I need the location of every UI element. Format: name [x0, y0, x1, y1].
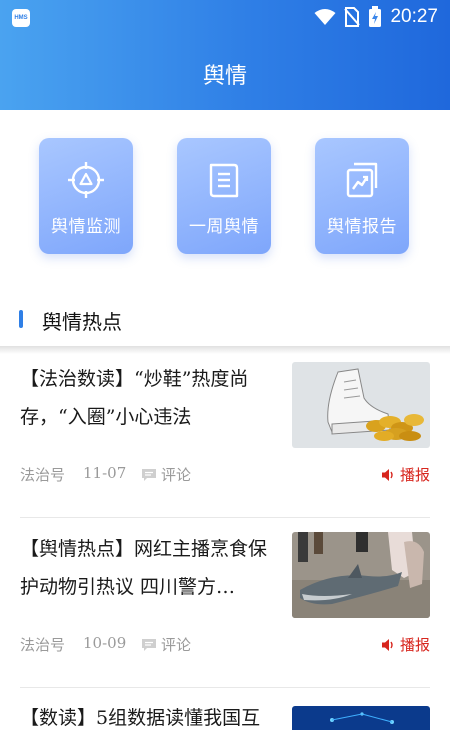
news-item[interactable]: 【舆情热点】网红主播烹食保护动物引热议 四川警方… 法治号 10-09 评论 播… — [0, 530, 450, 700]
wifi-icon — [314, 9, 336, 25]
comment-label: 评论 — [161, 636, 192, 654]
comment-label: 评论 — [161, 466, 192, 484]
no-sim-icon — [344, 7, 361, 27]
broadcast-button[interactable]: 播报 — [381, 464, 430, 485]
broadcast-label: 播报 — [399, 636, 430, 654]
shark-on-beach-image — [292, 532, 430, 618]
comment-icon — [142, 468, 156, 481]
section-accent-bar — [19, 310, 23, 328]
app-header: HMS 20:27 舆情 — [0, 0, 450, 110]
news-date: 11-07 — [83, 464, 127, 482]
status-time: 20:27 — [390, 6, 438, 27]
news-source: 法治号 — [20, 636, 66, 654]
speaker-icon — [381, 468, 393, 481]
monitor-target-icon — [68, 162, 104, 198]
news-title[interactable]: 【法治数读】“炒鞋”热度尚存，“入圈”小心违法 — [20, 360, 276, 436]
list-divider — [20, 517, 430, 518]
battery-charging-icon — [369, 6, 382, 27]
comment-button[interactable]: 评论 — [141, 634, 191, 655]
news-meta: 法治号 10-09 评论 播报 — [20, 634, 430, 656]
news-meta: 法治号 11-07 评论 播报 — [20, 464, 430, 486]
status-bar: HMS 20:27 — [0, 0, 450, 34]
list-divider — [20, 687, 430, 688]
news-item[interactable]: 【法治数读】“炒鞋”热度尚存，“入圈”小心违法 法治号 11-07 评论 播报 — [0, 360, 450, 530]
news-date: 10-09 — [83, 634, 127, 652]
news-thumbnail[interactable] — [292, 532, 430, 618]
broadcast-button[interactable]: 播报 — [381, 634, 430, 655]
news-title[interactable]: 【舆情热点】网红主播烹食保护动物引热议 四川警方… — [20, 530, 276, 606]
quick-action-label: 一周舆情 — [189, 217, 259, 237]
app-notification-badge: HMS — [12, 9, 30, 27]
comment-icon — [142, 638, 156, 651]
news-thumbnail[interactable] — [292, 706, 430, 730]
news-thumbnail[interactable] — [292, 362, 430, 448]
sneaker-and-coins-image — [292, 362, 430, 448]
news-item[interactable]: 【数读】5组数据读懂我国互 — [0, 700, 450, 730]
broadcast-label: 播报 — [399, 466, 430, 484]
news-source: 法治号 — [20, 466, 66, 484]
news-title[interactable]: 【数读】5组数据读懂我国互 — [20, 700, 276, 730]
report-chart-icon — [346, 162, 378, 198]
page-title: 舆情 — [202, 64, 247, 89]
status-indicators: 20:27 — [314, 6, 438, 28]
speaker-icon — [381, 638, 393, 651]
section-title: 舆情热点 — [42, 310, 122, 334]
hot-topics-header: 舆情热点 — [0, 300, 450, 348]
weekly-sentiment-button[interactable]: 一周舆情 — [177, 138, 271, 254]
quick-action-row: 舆情监测 一周舆情 舆情报告 — [0, 138, 450, 256]
weekly-doc-icon — [209, 163, 239, 198]
blue-tech-image — [292, 706, 430, 730]
sentiment-monitor-button[interactable]: 舆情监测 — [39, 138, 133, 254]
comment-button[interactable]: 评论 — [141, 464, 191, 485]
sentiment-report-button[interactable]: 舆情报告 — [315, 138, 409, 254]
quick-action-label: 舆情报告 — [327, 217, 397, 237]
section-divider-shadow — [0, 346, 450, 354]
quick-action-label: 舆情监测 — [51, 217, 121, 237]
